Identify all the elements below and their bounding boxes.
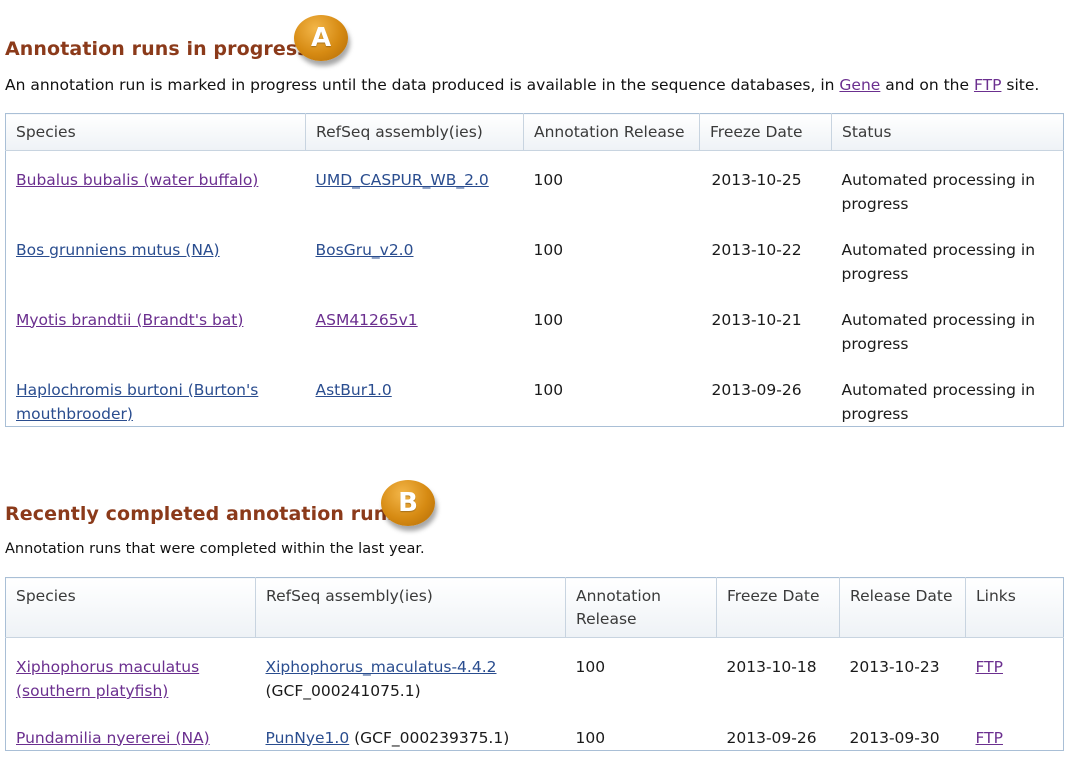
table-row: Haplochromis burtoni (Burton's mouthbroo…	[6, 361, 1064, 427]
annotation-release: 100	[533, 310, 564, 329]
ftp-link[interactable]: FTP	[974, 76, 1001, 94]
gene-link[interactable]: Gene	[839, 76, 880, 94]
freeze-date: 2013-10-18	[726, 658, 817, 676]
in-progress-description: An annotation run is marked in progress …	[5, 76, 1039, 94]
annotation-release: 100	[533, 380, 564, 399]
col-header-links: Links	[965, 577, 1064, 638]
assembly-link[interactable]: AstBur1.0	[316, 381, 392, 399]
table-row: Bos grunniens mutus (NA) BosGru_v2.0 100…	[6, 221, 1064, 291]
desc-text-2: and on the	[880, 76, 974, 94]
status: Automated processing in progress	[841, 310, 1036, 353]
freeze-date: 2013-10-22	[711, 240, 802, 259]
release-date: 2013-10-23	[849, 658, 940, 676]
col-header-annotation-release: Annotation Release	[565, 577, 717, 638]
col-header-annotation-release: Annotation Release	[523, 113, 700, 151]
completed-title: Recently completed annotation runs	[5, 503, 399, 525]
assembly-link[interactable]: UMD_CASPUR_WB_2.0	[316, 171, 489, 189]
assembly-link[interactable]: BosGru_v2.0	[316, 241, 414, 259]
col-header-assembly: RefSeq assembly(ies)	[255, 577, 566, 638]
assembly-link[interactable]: PunNye1.0	[266, 729, 350, 747]
col-header-status: Status	[831, 113, 1064, 151]
annotation-release: 100	[533, 171, 564, 189]
col-header-assembly: RefSeq assembly(ies)	[305, 113, 524, 151]
status: Automated processing in progress	[841, 380, 1036, 423]
ftp-link[interactable]: FTP	[976, 729, 1003, 747]
col-header-species: Species	[5, 113, 306, 151]
status: Automated processing in progress	[841, 171, 1036, 213]
freeze-date: 2013-09-26	[726, 728, 817, 747]
species-link[interactable]: Pundamilia nyererei (NA)	[16, 729, 210, 747]
table-row: Xiphophorus maculatus (southern platyfis…	[6, 638, 1064, 709]
table-row: Bubalus bubalis (water buffalo) UMD_CASP…	[6, 151, 1064, 221]
badge-a: A	[294, 15, 348, 61]
completed-description: Annotation runs that were completed with…	[5, 541, 425, 557]
in-progress-title: Annotation runs in progress	[5, 38, 309, 60]
assembly-accession: (GCF_000239375.1)	[354, 728, 510, 747]
col-header-species: Species	[5, 577, 256, 638]
freeze-date: 2013-10-25	[711, 171, 802, 189]
in-progress-table: Species RefSeq assembly(ies) Annotation …	[5, 113, 1064, 427]
assembly-accession: (GCF_000241075.1)	[265, 682, 421, 700]
col-header-release-date: Release Date	[839, 577, 966, 638]
annotation-release: 100	[533, 240, 564, 259]
annotation-release: 100	[575, 728, 606, 747]
assembly-link[interactable]: ASM41265v1	[316, 311, 418, 329]
col-header-freeze-date: Freeze Date	[716, 577, 840, 638]
status: Automated processing in progress	[841, 240, 1036, 283]
col-header-freeze-date: Freeze Date	[699, 113, 832, 151]
badge-b: B	[381, 480, 435, 526]
annotation-release: 100	[575, 658, 606, 676]
freeze-date: 2013-10-21	[711, 310, 802, 329]
species-link[interactable]: Myotis brandtii (Brandt's bat)	[16, 311, 243, 329]
species-link[interactable]: Bubalus bubalis (water buffalo)	[16, 171, 258, 189]
freeze-date: 2013-09-26	[711, 380, 802, 399]
table-header-row: Species RefSeq assembly(ies) Annotation …	[5, 113, 1064, 151]
species-link[interactable]: Xiphophorus maculatus (southern platyfis…	[16, 658, 199, 700]
desc-text-1: An annotation run is marked in progress …	[5, 76, 840, 94]
table-row: Myotis brandtii (Brandt's bat) ASM41265v…	[6, 291, 1064, 361]
release-date: 2013-09-30	[849, 728, 940, 747]
ftp-link[interactable]: FTP	[976, 658, 1003, 676]
table-header-row: Species RefSeq assembly(ies) Annotation …	[5, 577, 1064, 638]
species-link[interactable]: Bos grunniens mutus (NA)	[16, 241, 220, 259]
species-link[interactable]: Haplochromis burtoni (Burton's mouthbroo…	[16, 381, 258, 423]
table-row: Pundamilia nyererei (NA) PunNye1.0 (GCF_…	[6, 709, 1064, 751]
assembly-link[interactable]: Xiphophorus_maculatus-4.4.2	[266, 658, 497, 676]
completed-table: Species RefSeq assembly(ies) Annotation …	[5, 577, 1064, 751]
desc-text-3: site.	[1001, 76, 1040, 94]
